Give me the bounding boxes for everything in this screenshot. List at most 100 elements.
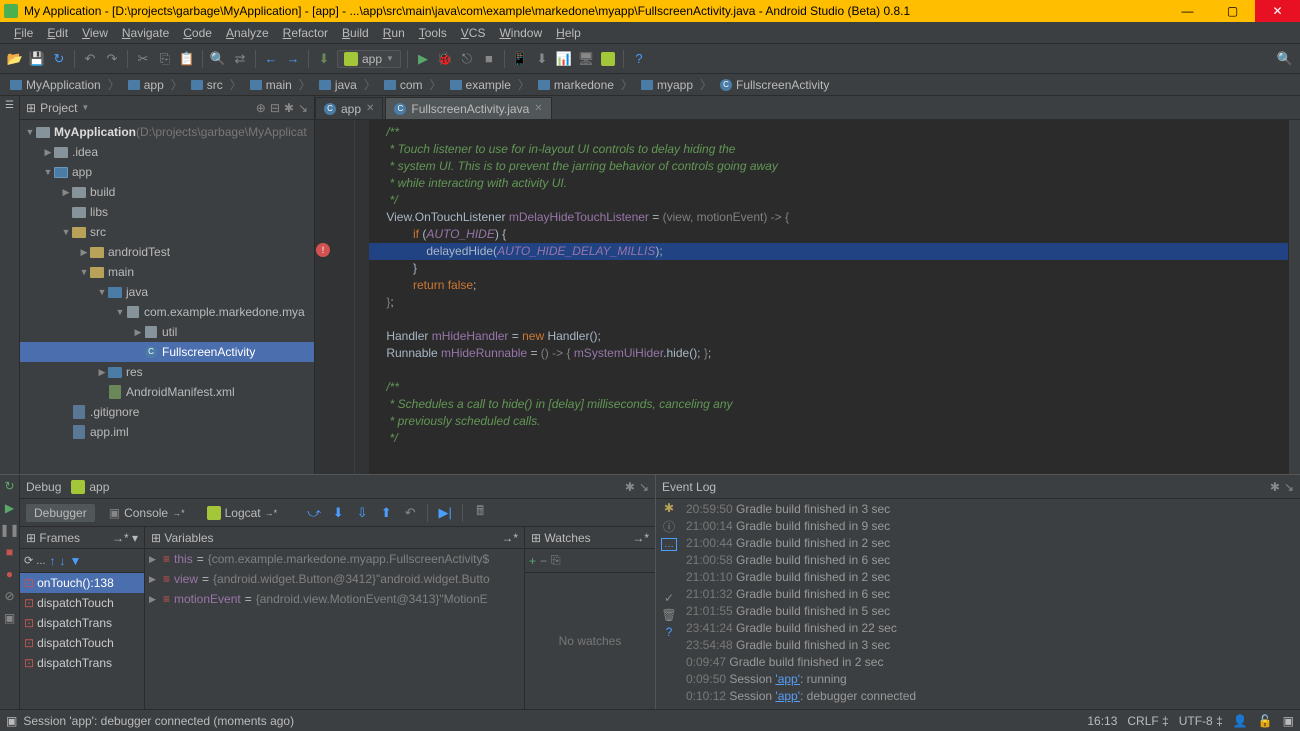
log-link[interactable]: 'app': [775, 672, 800, 686]
drop-frame-icon[interactable]: ↶: [401, 504, 419, 522]
build-icon[interactable]: ⬇: [315, 50, 333, 68]
trash-icon[interactable]: 🗑: [661, 608, 676, 622]
copy-watch-icon[interactable]: ⎘: [551, 553, 561, 568]
menu-analyze[interactable]: Analyze: [220, 24, 275, 42]
hide-icon[interactable]: ↘: [639, 480, 649, 494]
pause-icon[interactable]: ❚❚: [0, 523, 20, 537]
tree-item[interactable]: ▼java: [20, 282, 314, 302]
error-icon[interactable]: !: [316, 243, 330, 257]
minimize-button[interactable]: —: [1165, 0, 1210, 22]
help-icon[interactable]: ?: [630, 50, 648, 68]
gear-icon[interactable]: ✱: [625, 480, 635, 494]
code-editor[interactable]: ! /** * Touch listener to use for in-lay…: [315, 120, 1300, 474]
layout-icon[interactable]: ▣: [4, 611, 15, 625]
menu-run[interactable]: Run: [377, 24, 411, 42]
close-tab-icon[interactable]: ✕: [366, 103, 374, 114]
tree-root[interactable]: ▼MyApplication (D:\projects\garbage\MyAp…: [20, 122, 314, 142]
menu-build[interactable]: Build: [336, 24, 375, 42]
tree-item[interactable]: AndroidManifest.xml: [20, 382, 314, 402]
cut-icon[interactable]: ✂: [134, 50, 152, 68]
frame-row[interactable]: ⊡dispatchTrans: [20, 653, 144, 673]
error-stripe[interactable]: [1288, 120, 1300, 474]
next-frame-icon[interactable]: ↓: [59, 554, 65, 568]
breadcrumb-item[interactable]: markedone〉: [534, 76, 637, 93]
tree-item[interactable]: libs: [20, 202, 314, 222]
status-eol[interactable]: CRLF ‡: [1127, 714, 1168, 728]
tree-item[interactable]: CFullscreenActivity: [20, 342, 314, 362]
tree-item[interactable]: ▼src: [20, 222, 314, 242]
run-icon[interactable]: ▶: [414, 50, 432, 68]
inspection-icon[interactable]: 👤: [1233, 714, 1248, 728]
event-log-list[interactable]: 20:59:50 Gradle build finished in 3 sec2…: [682, 499, 1300, 709]
android2-icon[interactable]: [599, 50, 617, 68]
frame-row[interactable]: ⊡dispatchTouch: [20, 633, 144, 653]
hide-icon[interactable]: ↘: [298, 101, 308, 115]
force-step-icon[interactable]: ⇩: [353, 504, 371, 522]
find-icon[interactable]: 🔍: [209, 50, 227, 68]
project-combo-icon[interactable]: ⊞: [26, 101, 36, 115]
replace-icon[interactable]: ⇄: [231, 50, 249, 68]
forward-icon[interactable]: →: [284, 50, 302, 68]
editor-tab[interactable]: Capp✕: [315, 97, 383, 119]
run-to-cursor-icon[interactable]: ▶|: [436, 504, 454, 522]
step-over-icon[interactable]: ⤻: [305, 504, 323, 522]
copy-icon[interactable]: ⎘: [156, 50, 174, 68]
tree-item[interactable]: ▼com.example.markedone.mya: [20, 302, 314, 322]
add-watch-icon[interactable]: +: [529, 554, 536, 568]
hide-icon[interactable]: ↘: [1284, 480, 1294, 494]
variable-row[interactable]: ▶≡ motionEvent = {android.view.MotionEve…: [145, 589, 524, 609]
back-icon[interactable]: ←: [262, 50, 280, 68]
status-encoding[interactable]: UTF-8 ‡: [1179, 714, 1223, 728]
collapse-icon[interactable]: ⊟: [270, 101, 280, 115]
search-everywhere-icon[interactable]: 🔍: [1276, 50, 1294, 68]
menu-edit[interactable]: Edit: [41, 24, 74, 42]
mute-bp-icon[interactable]: ⊘: [4, 589, 14, 603]
log-link[interactable]: 'app': [775, 689, 800, 703]
attach-icon[interactable]: ⎋: [458, 50, 476, 68]
editor-tab[interactable]: CFullscreenActivity.java✕: [385, 97, 551, 119]
thread-dd-icon[interactable]: →* ▾: [112, 531, 138, 545]
breadcrumb-item[interactable]: CFullscreenActivity: [716, 78, 833, 92]
frame-row[interactable]: ⊡dispatchTrans: [20, 613, 144, 633]
help2-icon[interactable]: ?: [666, 625, 673, 639]
step-out-icon[interactable]: ⬆: [377, 504, 395, 522]
variable-row[interactable]: ▶≡ view = {android.widget.Button@3412}"a…: [145, 569, 524, 589]
thread-selector[interactable]: ⟳ ...: [24, 554, 45, 567]
sdk-icon[interactable]: ⬇: [533, 50, 551, 68]
run-config-selector[interactable]: app ▼: [337, 50, 401, 68]
scroll-from-source-icon[interactable]: ⊕: [256, 101, 266, 115]
menu-window[interactable]: Window: [493, 24, 548, 42]
sync-icon[interactable]: ↻: [50, 50, 68, 68]
tree-item[interactable]: ▼main: [20, 262, 314, 282]
remove-watch-icon[interactable]: −: [540, 554, 547, 568]
tree-item[interactable]: app.iml: [20, 422, 314, 442]
menu-tools[interactable]: Tools: [413, 24, 453, 42]
tree-item[interactable]: ▶res: [20, 362, 314, 382]
vars-menu-icon[interactable]: →*: [501, 531, 518, 545]
prev-frame-icon[interactable]: ↑: [49, 554, 55, 568]
breadcrumb-item[interactable]: java〉: [315, 76, 380, 93]
evaluate-icon[interactable]: 🖩: [471, 504, 489, 522]
balloon-icon[interactable]: …: [661, 538, 677, 551]
redo-icon[interactable]: ↷: [103, 50, 121, 68]
tab-logcat[interactable]: Logcat→*: [199, 504, 286, 522]
tree-item[interactable]: ▶.idea: [20, 142, 314, 162]
breadcrumb-item[interactable]: src〉: [187, 76, 246, 93]
mark-read-icon[interactable]: ✓: [664, 591, 674, 605]
tool-windows-icon[interactable]: ▣: [6, 714, 17, 728]
ddms-icon[interactable]: 📊: [555, 50, 573, 68]
resume-icon[interactable]: ▶: [5, 501, 14, 515]
frame-row[interactable]: ⊡onTouch():138: [20, 573, 144, 593]
rerun-icon[interactable]: ↻: [4, 479, 14, 493]
filter-icon[interactable]: ▼: [69, 554, 81, 568]
variable-row[interactable]: ▶≡ this = {com.example.markedone.myapp.F…: [145, 549, 524, 569]
breakpoints-icon[interactable]: ●: [6, 567, 13, 581]
tab-debugger[interactable]: Debugger: [26, 504, 95, 522]
menu-file[interactable]: File: [8, 24, 39, 42]
breadcrumb-item[interactable]: MyApplication〉: [6, 76, 124, 93]
monitor-icon[interactable]: 🖥: [577, 50, 595, 68]
breadcrumb-item[interactable]: myapp〉: [637, 76, 716, 93]
tree-item[interactable]: ▶util: [20, 322, 314, 342]
menu-help[interactable]: Help: [550, 24, 587, 42]
maximize-button[interactable]: ▢: [1210, 0, 1255, 22]
